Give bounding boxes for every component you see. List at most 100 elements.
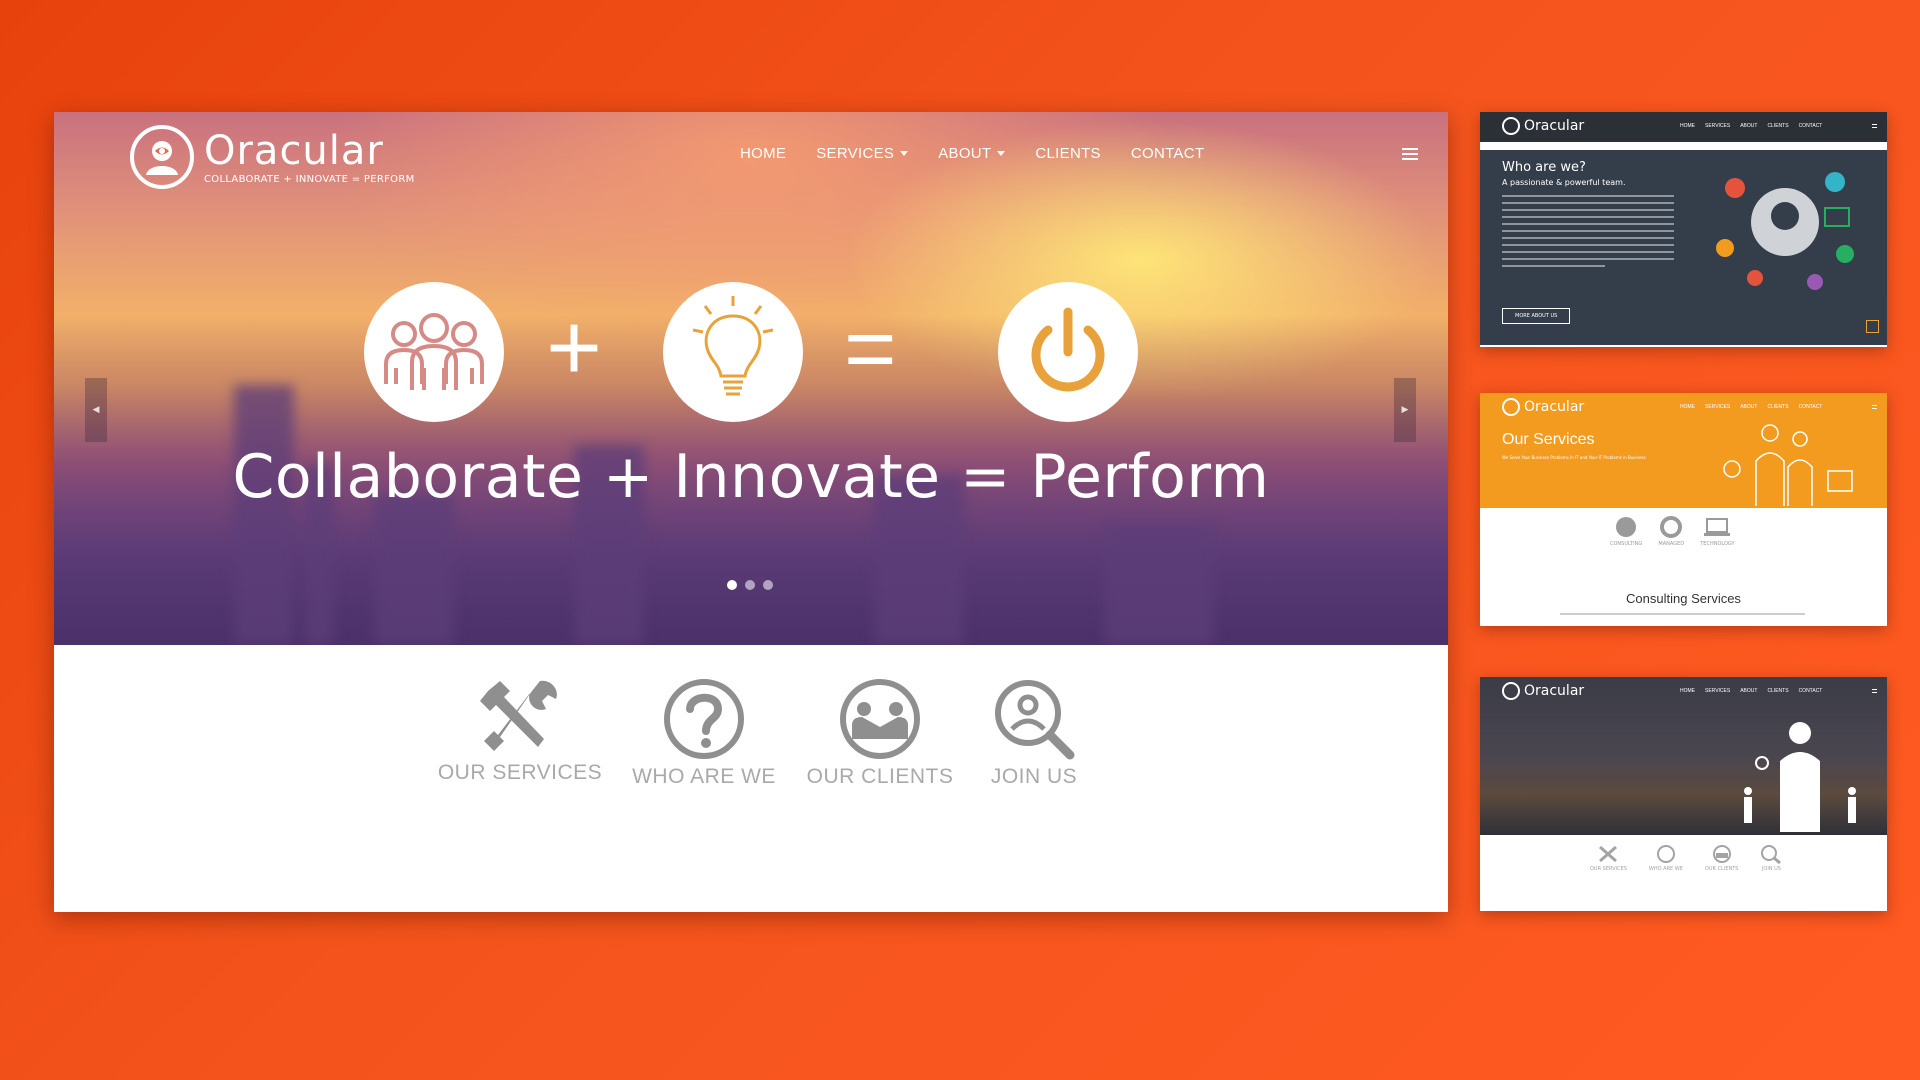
thumb-nav-item: CLIENTS — [1767, 688, 1789, 694]
equals-operator: = — [844, 299, 897, 399]
thumb-quick-link-label: OUR CLIENTS — [1704, 866, 1739, 872]
thumb-nav-item: SERVICES — [1705, 123, 1731, 129]
nav-home[interactable]: HOME — [740, 145, 786, 162]
thumb-header: Oracular HOME SERVICES ABOUT CLIENTS CON… — [1480, 112, 1887, 142]
thumb-nav-item: HOME — [1680, 404, 1695, 410]
hamburger-icon — [1872, 405, 1877, 409]
people-icon — [364, 282, 504, 422]
about-subheading: A passionate & powerful team. — [1502, 178, 1626, 187]
thumb-nav-item: ABOUT — [1740, 404, 1758, 410]
business-people-illustration-icon — [1723, 424, 1853, 506]
thumb-quick-link-label: OUR SERVICES — [1590, 866, 1627, 872]
thumb-nav-item: ABOUT — [1740, 123, 1758, 129]
service-label: TECHNOLOGY — [1700, 541, 1735, 547]
power-icon — [998, 282, 1138, 422]
service-label: MANAGED — [1658, 541, 1685, 547]
nav-contact[interactable]: CONTACT — [1131, 145, 1204, 162]
nav-contact-label: CONTACT — [1130, 145, 1205, 162]
search-person-icon — [1761, 845, 1782, 865]
thumb-nav-item: HOME — [1680, 123, 1695, 129]
about-body-text — [1502, 195, 1674, 272]
businessman-illustration-icon — [1744, 722, 1856, 832]
caret-left-icon: ◀ — [92, 405, 100, 415]
building — [234, 385, 294, 645]
carousel-indicators — [727, 580, 773, 590]
service-label: CONSULTING — [1610, 541, 1643, 547]
carousel-next-button[interactable]: ▶ — [1394, 378, 1416, 442]
thumb-quick-link-label: WHO ARE WE — [1648, 866, 1683, 872]
search-person-icon — [995, 680, 1075, 760]
caret-right-icon: ▶ — [1401, 405, 1409, 415]
scroll-top-icon[interactable] — [1866, 320, 1879, 333]
oracular-emblem-icon — [1502, 398, 1520, 416]
home-alt-banner: Oracular HOME SERVICES ABOUT CLIENTS CON… — [1480, 677, 1887, 835]
hamburger-icon — [1872, 124, 1877, 128]
service-categories: CONSULTING MANAGED TECHNOLOGY — [1610, 515, 1735, 547]
head-gear-icon — [1616, 517, 1637, 537]
technology-service[interactable]: TECHNOLOGY — [1700, 515, 1735, 547]
thumb-brand-name: Oracular — [1524, 118, 1585, 134]
quick-link-who-are-we[interactable]: WHO ARE WE — [624, 677, 784, 789]
consulting-service[interactable]: CONSULTING — [1610, 515, 1642, 547]
thumb-nav-item: CONTACT — [1798, 123, 1823, 129]
hero-tagline: Collaborate + Innovate = Perform — [232, 442, 1270, 512]
handshake-icon — [1712, 845, 1731, 863]
services-subheading: We Solve Your Business Problems in IT an… — [1502, 455, 1646, 460]
thumb-quick-link[interactable]: OUR SERVICES — [1590, 844, 1627, 872]
nav-services[interactable]: SERVICES — [816, 145, 909, 162]
services-heading: Our Services — [1502, 431, 1595, 448]
managed-service[interactable]: MANAGED — [1656, 515, 1686, 547]
thumbnail-home-page[interactable]: Oracular HOME SERVICES ABOUT CLIENTS CON… — [1480, 677, 1887, 911]
question-icon — [664, 679, 744, 759]
tools-icon — [1599, 845, 1618, 863]
nav-clients-label: CLIENTS — [1035, 145, 1101, 162]
thumb-quick-link[interactable]: OUR CLIENTS — [1704, 844, 1739, 872]
thumb-brand-name: Oracular — [1524, 399, 1585, 415]
about-heading: Who are we? — [1502, 160, 1586, 175]
nav-clients[interactable]: CLIENTS — [1035, 145, 1100, 162]
carousel-dot-2[interactable] — [745, 580, 755, 590]
quick-link-join-us[interactable]: JOIN US — [974, 677, 1094, 789]
consulting-body-text — [1560, 613, 1805, 615]
main-screenshot: Oracular COLLABORATE + INNOVATE = PERFOR… — [54, 112, 1448, 912]
thumb-nav-item: CONTACT — [1798, 688, 1823, 694]
thumb-quick-link[interactable]: WHO ARE WE — [1649, 844, 1683, 872]
lightbulb-icon — [663, 282, 803, 422]
thumb-nav-item: ABOUT — [1740, 688, 1758, 694]
home-alt-quick-links: OUR SERVICES WHO ARE WE OUR CLIENTS JOIN… — [1590, 844, 1782, 872]
carousel-dot-3[interactable] — [763, 580, 773, 590]
thumb-brand-name: Oracular — [1524, 683, 1585, 699]
building — [1104, 525, 1214, 645]
carousel-prev-button[interactable]: ◀ — [85, 378, 107, 442]
consulting-services-heading: Consulting Services — [1626, 591, 1741, 606]
quick-link-label: OUR CLIENTS — [806, 765, 954, 788]
quick-link-our-clients[interactable]: OUR CLIENTS — [800, 677, 960, 789]
about-section: Who are we? A passionate & powerful team… — [1480, 150, 1887, 345]
quick-link-label: OUR SERVICES — [437, 761, 603, 784]
hamburger-icon[interactable] — [1402, 148, 1418, 160]
question-icon — [1656, 845, 1675, 863]
hero-banner: Oracular COLLABORATE + INNOVATE = PERFOR… — [54, 112, 1448, 645]
gear-icon — [1660, 516, 1683, 538]
thumb-quick-link[interactable]: JOIN US — [1760, 844, 1782, 872]
nav-about-label: ABOUT — [938, 145, 992, 162]
oracular-emblem-icon — [130, 125, 194, 189]
carousel-dot-1[interactable] — [727, 580, 737, 590]
thumbnail-about-page[interactable]: Oracular HOME SERVICES ABOUT CLIENTS CON… — [1480, 112, 1887, 347]
team-collage-icon — [1716, 172, 1854, 290]
thumbnail-services-page[interactable]: Oracular HOME SERVICES ABOUT CLIENTS CON… — [1480, 393, 1887, 626]
tools-icon — [480, 680, 557, 751]
thumb-nav-item: SERVICES — [1705, 404, 1731, 410]
plus-operator: + — [546, 294, 603, 401]
nav-about[interactable]: ABOUT — [938, 145, 1006, 162]
oracular-emblem-icon — [1502, 682, 1520, 700]
more-about-us-button[interactable]: MORE ABOUT US — [1502, 308, 1571, 324]
quick-link-label: WHO ARE WE — [632, 765, 776, 788]
quick-link-our-services[interactable]: OUR SERVICES — [434, 677, 606, 785]
laptop-icon — [1704, 518, 1731, 536]
hamburger-icon — [1872, 689, 1877, 693]
oracular-emblem-icon — [1502, 117, 1520, 135]
handshake-icon — [840, 679, 920, 759]
brand-logo[interactable]: Oracular COLLABORATE + INNOVATE = PERFOR… — [130, 122, 415, 192]
quick-link-label: JOIN US — [990, 765, 1078, 788]
